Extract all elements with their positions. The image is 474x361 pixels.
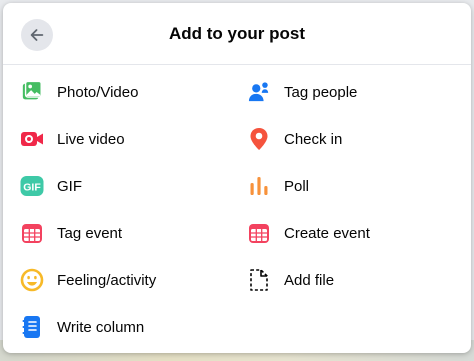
tag-people-icon [247, 80, 271, 104]
option-label: Poll [284, 177, 310, 195]
add-file-icon [247, 268, 271, 292]
option-check-in[interactable]: Check in [243, 120, 443, 158]
live-video-icon [20, 127, 44, 151]
option-live-video[interactable]: Live video [16, 120, 216, 158]
gif-icon: GIF [20, 174, 44, 198]
option-label: Add file [284, 271, 335, 289]
option-label: Write column [57, 318, 145, 336]
svg-text:GIF: GIF [23, 182, 41, 194]
option-gif[interactable]: GIF GIF [16, 167, 216, 205]
option-feeling-activity[interactable]: Feeling/activity [16, 261, 216, 299]
poll-icon [247, 174, 271, 198]
check-in-pin-icon [247, 127, 271, 151]
option-label: Check in [284, 130, 343, 148]
option-label: GIF [57, 177, 82, 195]
option-tag-people[interactable]: Tag people [243, 73, 443, 111]
option-label: Photo/Video [57, 83, 139, 101]
option-label: Tag people [284, 83, 358, 101]
option-tag-event[interactable]: Tag event [16, 214, 216, 252]
option-label: Tag event [57, 224, 123, 242]
option-label: Create event [284, 224, 370, 242]
option-poll[interactable]: Poll [243, 167, 443, 205]
photo-video-icon [20, 80, 44, 104]
dialog-header: Add to your post [3, 3, 471, 65]
option-add-file[interactable]: Add file [243, 261, 443, 299]
feeling-smiley-icon [20, 268, 44, 292]
write-column-icon [20, 315, 44, 339]
dialog-title: Add to your post [169, 24, 305, 43]
tag-event-calendar-icon [20, 221, 44, 245]
add-to-post-dialog: Add to your post Photo/Video Tag people … [3, 3, 471, 353]
option-write-column[interactable]: Write column [16, 308, 216, 346]
create-event-calendar-icon [247, 221, 271, 245]
option-photo-video[interactable]: Photo/Video [16, 73, 216, 111]
option-label: Feeling/activity [57, 271, 157, 289]
option-create-event[interactable]: Create event [243, 214, 443, 252]
option-label: Live video [57, 130, 125, 148]
